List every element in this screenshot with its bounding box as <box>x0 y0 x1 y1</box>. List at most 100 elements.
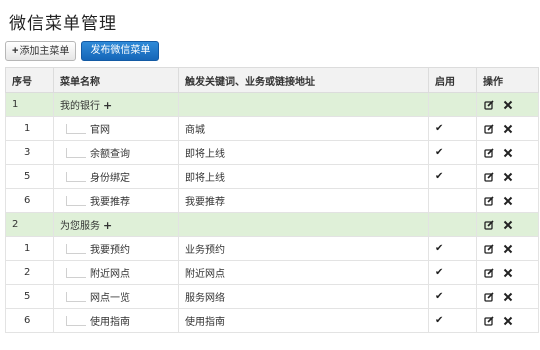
plus-icon: + <box>12 45 19 57</box>
header-enabled: 启用 <box>428 67 477 93</box>
add-submenu-icon[interactable]: + <box>103 99 112 112</box>
item-index: 1 <box>5 236 54 261</box>
row-actions <box>483 219 538 230</box>
delete-icon[interactable] <box>503 148 513 158</box>
edit-icon[interactable] <box>484 123 494 134</box>
tree-connector <box>66 124 86 134</box>
edit-icon[interactable] <box>484 147 494 158</box>
table-row: 2 附近网点 附近网点 ✔ <box>5 260 539 285</box>
check-icon: ✔ <box>435 315 444 326</box>
group-name: 我的银行 <box>60 101 100 112</box>
group-name: 为您服务 <box>60 221 100 232</box>
edit-icon[interactable] <box>484 315 494 326</box>
item-actions-cell <box>476 164 539 189</box>
group-keyword <box>178 212 429 237</box>
item-name: 余额查询 <box>90 149 130 160</box>
row-actions <box>483 123 538 134</box>
item-name: 我要推荐 <box>90 197 130 208</box>
menu-table: 序号 菜单名称 触发关键词、业务或链接地址 启用 操作 1 我的银行 +1 官网 商城 ✔… <box>5 67 539 333</box>
item-enabled: ✔ <box>428 284 477 309</box>
tree-connector <box>66 196 86 206</box>
item-name-cell: 使用指南 <box>53 308 179 333</box>
table-row: 3 余额查询 即将上线 ✔ <box>5 140 539 165</box>
tree-connector <box>66 292 86 302</box>
edit-icon[interactable] <box>484 267 494 278</box>
table-row: 6 我要推荐 我要推荐 <box>5 188 539 213</box>
delete-icon[interactable] <box>503 172 513 182</box>
item-name-cell: 我要推荐 <box>53 188 179 213</box>
check-icon: ✔ <box>435 147 444 158</box>
item-name-cell: 余额查询 <box>53 140 179 165</box>
edit-icon[interactable] <box>484 291 494 302</box>
item-name: 使用指南 <box>90 317 130 328</box>
delete-icon[interactable] <box>503 292 513 302</box>
delete-icon[interactable] <box>503 124 513 134</box>
check-icon: ✔ <box>435 267 444 278</box>
item-name: 附近网点 <box>90 269 130 280</box>
item-index: 5 <box>5 164 54 189</box>
delete-icon[interactable] <box>503 100 513 110</box>
item-actions-cell <box>476 188 539 213</box>
delete-icon[interactable] <box>503 196 513 206</box>
add-main-menu-button[interactable]: +添加主菜单 <box>5 41 77 61</box>
item-index: 6 <box>5 308 54 333</box>
item-name-cell: 官网 <box>53 116 179 141</box>
item-name-cell: 附近网点 <box>53 260 179 285</box>
group-name-cell: 为您服务 + <box>53 212 179 237</box>
header-actions: 操作 <box>476 67 539 93</box>
item-actions-cell <box>476 236 539 261</box>
table-row: 6 使用指南 使用指南 ✔ <box>5 308 539 333</box>
edit-icon[interactable] <box>484 171 494 182</box>
group-index: 1 <box>5 92 54 117</box>
table-row: 1 官网 商城 ✔ <box>5 116 539 141</box>
item-index: 3 <box>5 140 54 165</box>
item-index: 5 <box>5 284 54 309</box>
table-row: 5 网点一览 服务网络 ✔ <box>5 284 539 309</box>
check-icon: ✔ <box>435 291 444 302</box>
edit-icon[interactable] <box>484 195 494 206</box>
item-keyword: 使用指南 <box>178 308 429 333</box>
item-name-cell: 身份绑定 <box>53 164 179 189</box>
item-index: 1 <box>5 116 54 141</box>
item-name: 官网 <box>90 125 110 136</box>
tree-connector <box>66 268 86 278</box>
tree-connector <box>66 172 86 182</box>
delete-icon[interactable] <box>503 244 513 254</box>
delete-icon[interactable] <box>503 316 513 326</box>
table-header-row: 序号 菜单名称 触发关键词、业务或链接地址 启用 操作 <box>5 67 539 93</box>
item-name: 身份绑定 <box>90 173 130 184</box>
group-row: 2 为您服务 + <box>5 212 539 237</box>
item-actions-cell <box>476 116 539 141</box>
item-name: 网点一览 <box>90 293 130 304</box>
publish-menu-button[interactable]: 发布微信菜单 <box>81 41 160 61</box>
item-keyword: 附近网点 <box>178 260 429 285</box>
item-keyword: 即将上线 <box>178 164 429 189</box>
delete-icon[interactable] <box>503 268 513 278</box>
item-name-cell: 我要预约 <box>53 236 179 261</box>
tree-connector <box>66 148 86 158</box>
row-actions <box>483 171 538 182</box>
item-index: 6 <box>5 188 54 213</box>
item-actions-cell <box>476 284 539 309</box>
group-row: 1 我的银行 + <box>5 92 539 117</box>
row-actions <box>483 267 538 278</box>
edit-icon[interactable] <box>484 243 494 254</box>
tree-connector <box>66 244 86 254</box>
check-icon: ✔ <box>435 123 444 134</box>
row-actions <box>483 243 538 254</box>
item-enabled: ✔ <box>428 236 477 261</box>
item-enabled: ✔ <box>428 260 477 285</box>
group-actions-cell <box>476 92 539 117</box>
item-name: 我要预约 <box>90 245 130 256</box>
item-name-cell: 网点一览 <box>53 284 179 309</box>
item-keyword: 商城 <box>178 116 429 141</box>
delete-icon[interactable] <box>503 220 513 230</box>
add-submenu-icon[interactable]: + <box>103 219 112 232</box>
group-enabled <box>428 92 477 117</box>
group-keyword <box>178 92 429 117</box>
header-index: 序号 <box>5 67 54 93</box>
edit-icon[interactable] <box>484 99 494 110</box>
item-enabled: ✔ <box>428 164 477 189</box>
edit-icon[interactable] <box>484 219 494 230</box>
row-actions <box>483 147 538 158</box>
